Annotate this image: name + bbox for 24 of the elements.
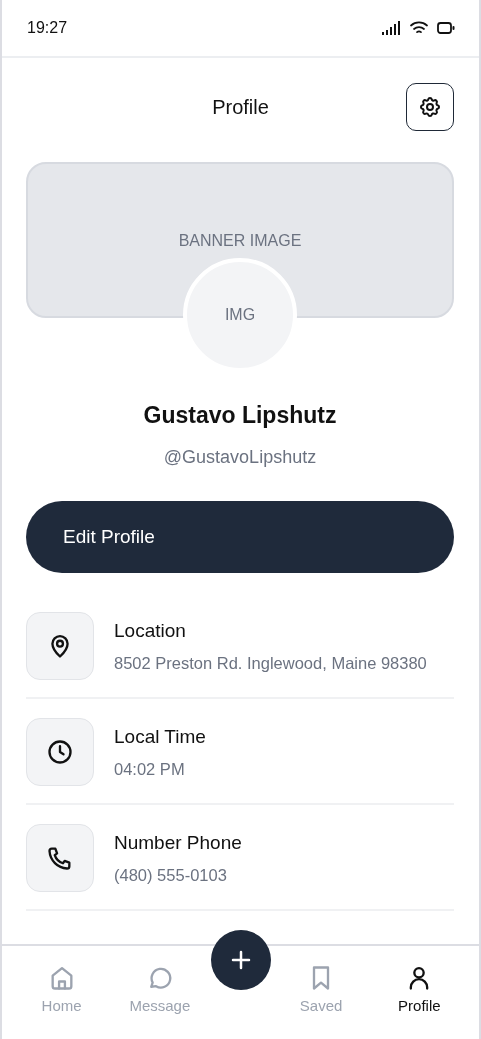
info-label: Location bbox=[114, 619, 187, 642]
info-label: Number Phone bbox=[114, 831, 242, 854]
settings-icon bbox=[418, 95, 442, 119]
edit-profile-button[interactable]: Edit Profile bbox=[26, 501, 454, 573]
banner-label: BANNER IMAGE bbox=[178, 232, 302, 251]
nav-tab[interactable]: Home bbox=[41, 964, 82, 1014]
signal-icon bbox=[381, 21, 401, 35]
info-value: 8502 Preston Rd. Inglewood, Maine 98380 bbox=[114, 653, 427, 673]
nav-tab[interactable]: Saved bbox=[299, 964, 343, 1014]
avatar-label: IMG bbox=[224, 306, 256, 324]
nav-tab[interactable]: Message bbox=[129, 964, 191, 1014]
info-value: (480) 555-0103 bbox=[114, 865, 228, 885]
profile-name: Gustavo Lipshutz bbox=[143, 402, 337, 429]
page-title: Profile bbox=[212, 95, 269, 119]
settings-button[interactable] bbox=[406, 83, 454, 131]
status-time: 19:27 bbox=[27, 19, 68, 37]
info-value: 04:02 PM bbox=[114, 759, 186, 779]
wifi-icon bbox=[410, 21, 428, 35]
nav-tab[interactable]: Profile bbox=[398, 964, 441, 1014]
clock-icon bbox=[46, 738, 74, 766]
plus-icon bbox=[229, 949, 252, 971]
profile-handle: @GustavoLipshutz bbox=[163, 447, 317, 468]
info-label: Local Time bbox=[114, 725, 206, 748]
battery-icon bbox=[437, 21, 455, 35]
